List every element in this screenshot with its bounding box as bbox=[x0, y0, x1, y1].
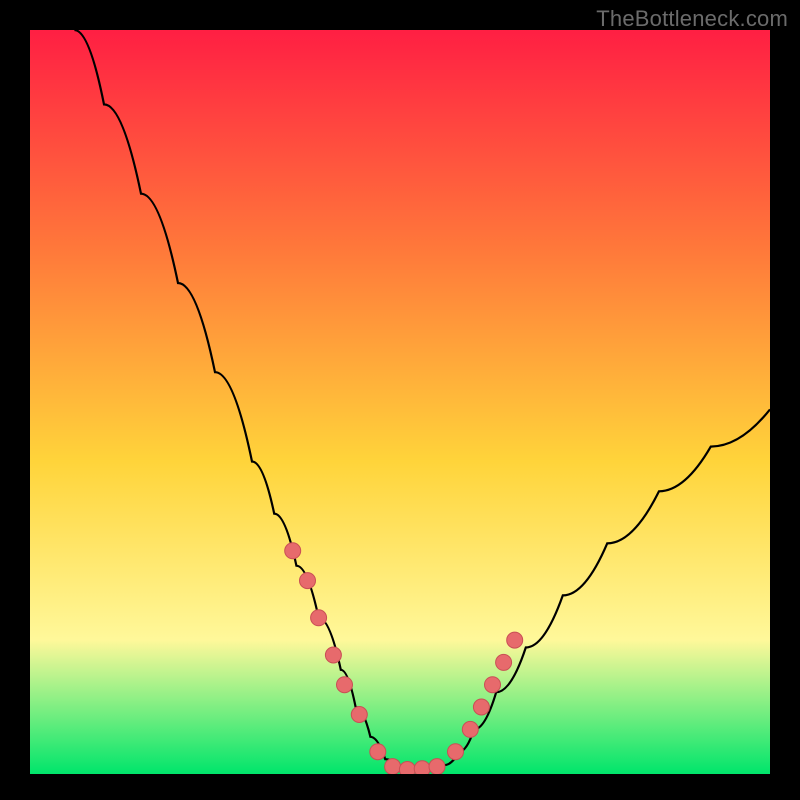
data-marker bbox=[462, 721, 478, 737]
data-marker bbox=[414, 761, 430, 774]
data-marker bbox=[285, 543, 301, 559]
chart-frame: TheBottleneck.com bbox=[0, 0, 800, 800]
data-marker bbox=[496, 654, 512, 670]
data-marker bbox=[325, 647, 341, 663]
watermark-text: TheBottleneck.com bbox=[596, 6, 788, 32]
data-marker bbox=[370, 744, 386, 760]
data-marker bbox=[385, 759, 401, 774]
data-marker bbox=[351, 707, 367, 723]
chart-svg bbox=[30, 30, 770, 774]
data-marker bbox=[337, 677, 353, 693]
data-marker bbox=[507, 632, 523, 648]
data-marker bbox=[399, 762, 415, 775]
data-marker bbox=[448, 744, 464, 760]
data-marker bbox=[300, 573, 316, 589]
data-marker bbox=[311, 610, 327, 626]
plot-area bbox=[30, 30, 770, 774]
data-marker bbox=[429, 759, 445, 774]
gradient-background bbox=[30, 30, 770, 774]
data-marker bbox=[473, 699, 489, 715]
data-marker bbox=[485, 677, 501, 693]
